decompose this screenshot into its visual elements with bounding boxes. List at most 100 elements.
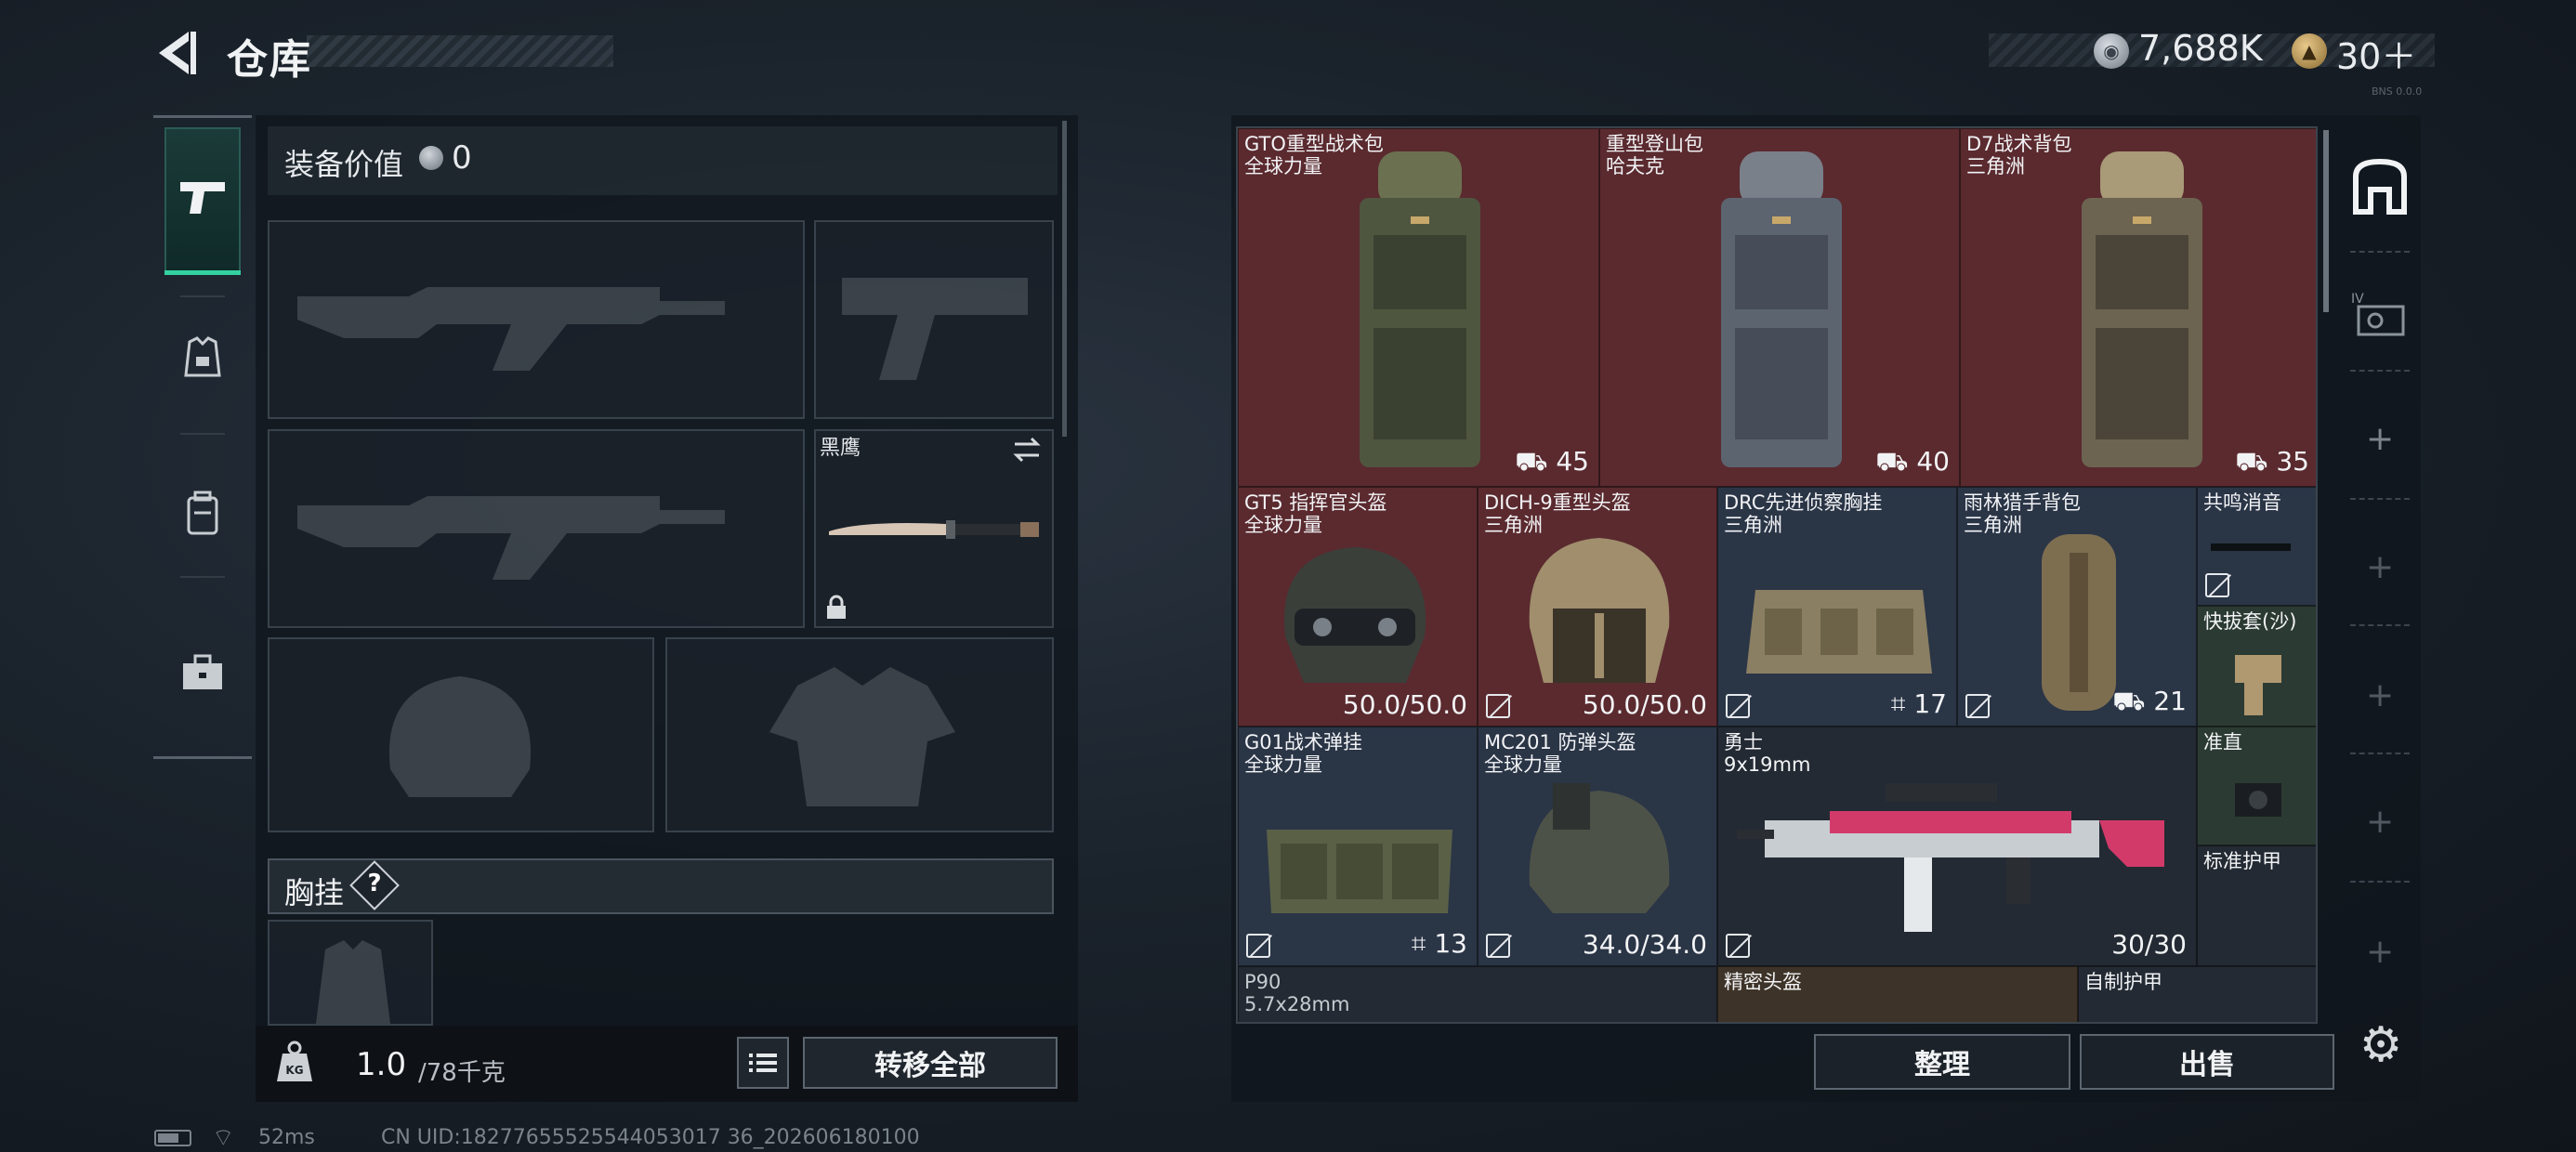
stash-item[interactable]: 准直 bbox=[2197, 727, 2316, 845]
stash-item[interactable]: 标准护甲 bbox=[2197, 845, 2316, 966]
stash-grid: GTO重型战术包 全球力量 ⛟ 45 重型登山包 哈夫克 ⛟ 40 D7战术背包 三角… bbox=[1236, 126, 2318, 1024]
settings-gear-icon[interactable]: ⚙ bbox=[2351, 1015, 2411, 1075]
sort-button[interactable]: 整理 bbox=[1814, 1034, 2070, 1090]
wifi-icon: ⌔ bbox=[212, 1124, 235, 1152]
add-stash-tab-icon[interactable]: + bbox=[2366, 933, 2394, 971]
tab-separator bbox=[180, 295, 225, 297]
stash-item[interactable]: DICH-9重型头盔 三角洲 50.0/50.0 bbox=[1478, 487, 1717, 727]
stash-item[interactable]: P90 5.7x28mm bbox=[1238, 966, 1717, 1022]
chest-rig-placeholder-icon bbox=[316, 940, 390, 1024]
backpack-item-icon bbox=[1721, 151, 1842, 467]
secondary-weapon-slot[interactable] bbox=[268, 429, 805, 628]
stash-item[interactable]: 勇士 9x19mm 30/30 bbox=[1717, 727, 2197, 966]
tab-separator bbox=[2350, 753, 2410, 754]
melee-item-name: 黑鹰 bbox=[820, 437, 861, 460]
loadout-scrollbar[interactable] bbox=[1062, 121, 1067, 437]
lock-icon bbox=[827, 595, 846, 619]
item-count: 40 bbox=[1916, 446, 1950, 477]
item-name: 自制护甲 bbox=[2084, 971, 2162, 993]
stash-item[interactable]: DRC先进侦察胸挂 三角洲 ⌗ 17 bbox=[1717, 487, 1957, 727]
item-name: 快拔套(沙) bbox=[2203, 610, 2297, 633]
gold-coin-icon: ▲ bbox=[2292, 33, 2327, 69]
helmet-item-icon bbox=[1529, 783, 1670, 913]
item-durability: 34.0/34.0 bbox=[1582, 929, 1707, 960]
title-decoration bbox=[307, 35, 613, 67]
item-name: DRC先进侦察胸挂 bbox=[1724, 491, 1883, 514]
active-tab-indicator bbox=[164, 270, 241, 275]
armor-placeholder-icon bbox=[769, 667, 955, 806]
helmet-item-icon bbox=[1283, 547, 1426, 683]
item-faction: 三角洲 bbox=[1964, 514, 2022, 536]
tab-separator bbox=[180, 433, 225, 435]
add-stash-tab-icon[interactable]: + bbox=[2366, 676, 2394, 714]
item-faction: 5.7x28mm bbox=[1244, 993, 1350, 1015]
stash-item[interactable]: G01战术弹挂 全球力量 ⌗ 13 bbox=[1238, 727, 1478, 966]
equip-value: 0 bbox=[452, 139, 472, 177]
item-name: MC201 防弹头盔 bbox=[1484, 731, 1636, 753]
rifle-placeholder-icon bbox=[297, 287, 725, 371]
svg-text:KG: KG bbox=[285, 1064, 303, 1077]
svg-text:IV: IV bbox=[2351, 292, 2364, 307]
stash-item[interactable]: 快拔套(沙) bbox=[2197, 606, 2316, 727]
backpack-icon[interactable] bbox=[184, 491, 221, 535]
toolbox-icon[interactable] bbox=[180, 654, 225, 691]
sidearm-slot[interactable] bbox=[814, 220, 1054, 419]
add-stash-tab-icon[interactable]: + bbox=[2366, 548, 2394, 586]
item-count: 21 bbox=[2153, 686, 2187, 716]
armor-vest-icon[interactable] bbox=[182, 336, 223, 381]
primary-weapon-slot[interactable] bbox=[268, 220, 805, 419]
tab-separator bbox=[2350, 251, 2410, 253]
backpack-item-icon bbox=[2082, 151, 2202, 467]
back-arrow-icon[interactable] bbox=[153, 28, 200, 79]
item-name: G01战术弹挂 bbox=[1244, 731, 1362, 753]
chest-rig-item-icon bbox=[1267, 830, 1452, 913]
tab-separator bbox=[2350, 498, 2410, 500]
list-view-button[interactable] bbox=[737, 1037, 789, 1089]
stash-scrollbar[interactable] bbox=[2323, 130, 2329, 312]
body-armor-slot[interactable] bbox=[665, 637, 1054, 832]
stash-item[interactable]: 共鸣消音 bbox=[2197, 487, 2316, 606]
add-stash-tab-icon[interactable]: + bbox=[2366, 420, 2394, 458]
stash-item[interactable]: MC201 防弹头盔 全球力量 34.0/34.0 bbox=[1478, 727, 1717, 966]
knife-item-icon bbox=[829, 520, 1039, 539]
weight-icon: KG bbox=[277, 1041, 312, 1081]
stash-item[interactable]: 雨林猎手背包 三角洲 ⛟ 21 bbox=[1957, 487, 2197, 727]
item-faction: 哈夫克 bbox=[1606, 155, 1664, 177]
weight-max: /78千克 bbox=[418, 1059, 506, 1087]
stash-item[interactable]: 精密头盔 bbox=[1717, 966, 2078, 1022]
item-name: 精密头盔 bbox=[1724, 971, 1802, 993]
stash-tab-icon[interactable] bbox=[2343, 149, 2417, 223]
silver-currency-value: 7,688K bbox=[2138, 28, 2263, 69]
no-insure-icon bbox=[1246, 934, 1270, 958]
item-name: 标准护甲 bbox=[2203, 850, 2281, 872]
helmet-slot[interactable] bbox=[268, 637, 654, 832]
swap-icon[interactable] bbox=[1011, 437, 1043, 463]
add-stash-tab-icon[interactable]: + bbox=[2366, 803, 2394, 841]
no-insure-icon bbox=[2205, 573, 2229, 597]
item-faction: 三角洲 bbox=[1724, 514, 1782, 536]
gold-currency-value[interactable]: 30＋ bbox=[2336, 28, 2416, 79]
stash-item[interactable]: D7战术背包 三角洲 ⛟ 35 bbox=[1960, 128, 2316, 487]
rifle-placeholder-icon bbox=[297, 496, 725, 580]
stash-item[interactable]: GT5 指挥官头盔 全球力量 50.0/50.0 bbox=[1238, 487, 1478, 727]
item-name: DICH-9重型头盔 bbox=[1484, 491, 1631, 514]
tab-separator bbox=[2350, 370, 2410, 372]
item-count: 17 bbox=[1913, 688, 1947, 719]
red-dot-sight-icon bbox=[2235, 783, 2281, 817]
item-count: 13 bbox=[1434, 928, 1467, 959]
transfer-all-button[interactable]: 转移全部 bbox=[803, 1037, 1058, 1089]
helmet-item-icon bbox=[1529, 538, 1670, 683]
tab-separator bbox=[2350, 881, 2410, 883]
weight-capacity-icon: ⛟ bbox=[1875, 446, 1917, 477]
stash-item[interactable]: 重型登山包 哈夫克 ⛟ 40 bbox=[1599, 128, 1960, 487]
help-icon-label: ? bbox=[367, 870, 382, 897]
sell-button[interactable]: 出售 bbox=[2080, 1034, 2334, 1090]
holster-item-icon bbox=[2235, 655, 2281, 715]
chest-rig-slot[interactable] bbox=[268, 920, 433, 1026]
item-count: 45 bbox=[1556, 446, 1589, 477]
stash-expansion-icon[interactable]: IV bbox=[2349, 288, 2411, 340]
tab-divider-bottom bbox=[153, 756, 252, 759]
item-name: P90 bbox=[1244, 971, 1281, 993]
stash-item[interactable]: GTO重型战术包 全球力量 ⛟ 45 bbox=[1238, 128, 1599, 487]
stash-item[interactable]: 自制护甲 bbox=[2078, 966, 2316, 1022]
